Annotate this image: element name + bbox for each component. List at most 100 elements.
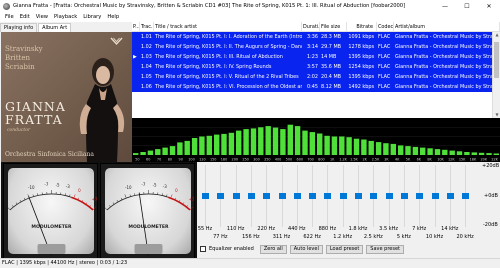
cell-bitrate: 1492 kbps — [348, 84, 374, 90]
cell-file-size: 29.7 MB — [321, 44, 342, 50]
column-bitrate[interactable]: Bitrate — [347, 22, 377, 32]
eq-slider-thumb[interactable] — [400, 193, 408, 199]
spectrum-bar — [191, 138, 198, 155]
column-track[interactable]: Trac... — [140, 22, 154, 32]
cell-track: 1.01 — [141, 34, 152, 40]
eq-slider-thumb[interactable] — [416, 193, 424, 199]
eq-band-slider[interactable] — [278, 165, 286, 227]
eq-band-slider[interactable] — [431, 165, 439, 227]
column-artist-album[interactable]: Artist/album — [394, 22, 500, 32]
menu-help[interactable]: Help — [104, 14, 122, 20]
eq-band-slider[interactable] — [462, 165, 470, 227]
playlist-row[interactable]: 1.04 The Rite of Spring, K015 Pt. I: IV. … — [132, 62, 500, 72]
conductor-portrait — [79, 58, 125, 162]
eq-band-slider[interactable] — [416, 165, 424, 227]
eq-slider-thumb[interactable] — [462, 193, 470, 199]
eq-slider-thumb[interactable] — [355, 193, 362, 199]
menu-edit[interactable]: Edit — [17, 14, 33, 20]
cell-duration: 3:36 — [307, 34, 318, 40]
column-title[interactable]: Title / track artist — [154, 22, 302, 32]
eq-band-slider[interactable] — [446, 165, 454, 227]
spectrum-freq-label: 150 — [210, 158, 216, 162]
cell-duration: 2:02 — [307, 74, 318, 80]
tab-playing-info[interactable]: Playing info — [0, 23, 38, 32]
save-preset-button[interactable]: Save preset — [366, 244, 404, 254]
eq-band-slider[interactable] — [385, 165, 393, 227]
menu-file[interactable]: File — [2, 14, 17, 20]
composer-name: Scriabin — [5, 63, 35, 71]
eq-band-slider[interactable] — [370, 165, 378, 227]
playlist-row[interactable]: 1.02 The Rite of Spring, K015 Pt. I: II. … — [132, 42, 500, 52]
scroll-up-icon[interactable]: ▲ — [493, 32, 500, 38]
eq-slider-thumb[interactable] — [324, 193, 332, 199]
menu-view[interactable]: View — [33, 14, 51, 20]
cell-file-size: 14 MB — [321, 54, 337, 60]
eq-band-slider[interactable] — [309, 165, 317, 227]
eq-slider-thumb[interactable] — [446, 193, 454, 199]
eq-slider-thumb[interactable] — [309, 193, 317, 199]
scrollbar-thumb[interactable] — [494, 42, 499, 78]
eq-band-slider[interactable] — [247, 165, 255, 227]
eq-slider-thumb[interactable] — [278, 193, 286, 199]
spectrum-freq-label: 8K — [427, 158, 432, 162]
playlist-row[interactable]: 1.01 The Rite of Spring, K015 Pt. I: I. A… — [132, 32, 500, 42]
title-bar: Gianna Fratta - [Fratta: Orchestral Musi… — [0, 0, 500, 12]
minimize-button[interactable]: — — [434, 0, 456, 12]
playlist-scrollbar[interactable]: ▲ ▼ — [492, 32, 500, 118]
playlist-row[interactable]: 1.05 The Rite of Spring, K015 Pt. I: V. R… — [132, 72, 500, 82]
menu-playback[interactable]: Playback — [51, 14, 80, 20]
cell-artist-album: Gianna Fratta - Orchestral Music by Stra… — [395, 74, 498, 80]
tab-album-art[interactable]: Album Art — [38, 23, 72, 32]
eq-slider-thumb[interactable] — [293, 193, 301, 199]
zero-all-button[interactable]: Zero all — [259, 244, 287, 254]
status-bar: FLAC | 1395 kbps | 44100 Hz | stereo | 0… — [0, 258, 500, 268]
eq-band-slider[interactable] — [400, 165, 408, 227]
close-button[interactable]: ✕ — [478, 0, 500, 12]
spectrum-bar — [361, 139, 367, 155]
spectrum-bar — [140, 152, 146, 155]
column-file-size[interactable]: File size — [320, 22, 347, 32]
spectrum-bar — [456, 151, 463, 155]
eq-band-slider[interactable] — [232, 165, 240, 227]
cell-bitrate: 1395 kbps — [348, 54, 374, 60]
eq-band-slider[interactable] — [263, 165, 271, 227]
eq-slider-thumb[interactable] — [202, 193, 209, 199]
eq-slider-thumb[interactable] — [339, 193, 347, 199]
equalizer-enabled-label[interactable]: Equalizer enabled — [209, 246, 254, 252]
playlist-row[interactable]: 1.06 The Rite of Spring, K015 Pt. I: VI. … — [132, 82, 500, 92]
eq-slider-thumb[interactable] — [217, 193, 225, 199]
load-preset-button[interactable]: Load preset — [325, 244, 364, 254]
cell-bitrate: 1395 kbps — [348, 74, 374, 80]
eq-slider-thumb[interactable] — [263, 193, 271, 199]
cell-title: The Rite of Spring, K015 Pt. I: IV. Spri… — [155, 64, 272, 70]
eq-band-slider[interactable] — [339, 165, 347, 227]
vu-meter-dial: -20 -10 -7 -5 -3 0 +3 MODULOMETER — [101, 182, 195, 257]
column-codec[interactable]: Codec — [377, 22, 394, 32]
spectrum-bar — [287, 124, 293, 155]
maximize-button[interactable]: ☐ — [456, 0, 478, 12]
eq-slider-thumb[interactable] — [232, 193, 240, 199]
eq-band-slider[interactable] — [202, 165, 209, 227]
spectrum-freq-label: 12K — [448, 158, 455, 162]
eq-slider-thumb[interactable] — [385, 193, 393, 199]
spectrum-freq-label: 1K — [330, 158, 335, 162]
eq-band-slider[interactable] — [324, 165, 332, 227]
cell-codec: FLAC — [378, 54, 391, 60]
eq-band-slider[interactable] — [217, 165, 225, 227]
spectrum-bar — [353, 138, 360, 155]
column-playing[interactable]: P... — [132, 22, 140, 32]
equalizer-enabled-checkbox[interactable] — [200, 246, 206, 252]
auto-level-button[interactable]: Auto level — [289, 244, 323, 254]
cell-file-size: 35.6 MB — [321, 64, 342, 70]
vu-scale-label: -5 — [56, 182, 60, 187]
eq-slider-thumb[interactable] — [431, 193, 439, 199]
eq-slider-thumb[interactable] — [370, 193, 378, 199]
spectrum-freq-label: 5K — [406, 158, 411, 162]
playlist-row[interactable]: ▶ 1.03 The Rite of Spring, K015 Pt. I: III… — [132, 52, 500, 62]
eq-band-slider[interactable] — [355, 165, 362, 227]
eq-band-slider[interactable] — [293, 165, 301, 227]
menu-library[interactable]: Library — [80, 14, 104, 20]
column-duration[interactable]: Durati... — [302, 22, 320, 32]
eq-db-bottom: -20dB — [483, 222, 498, 228]
eq-slider-thumb[interactable] — [247, 193, 255, 199]
